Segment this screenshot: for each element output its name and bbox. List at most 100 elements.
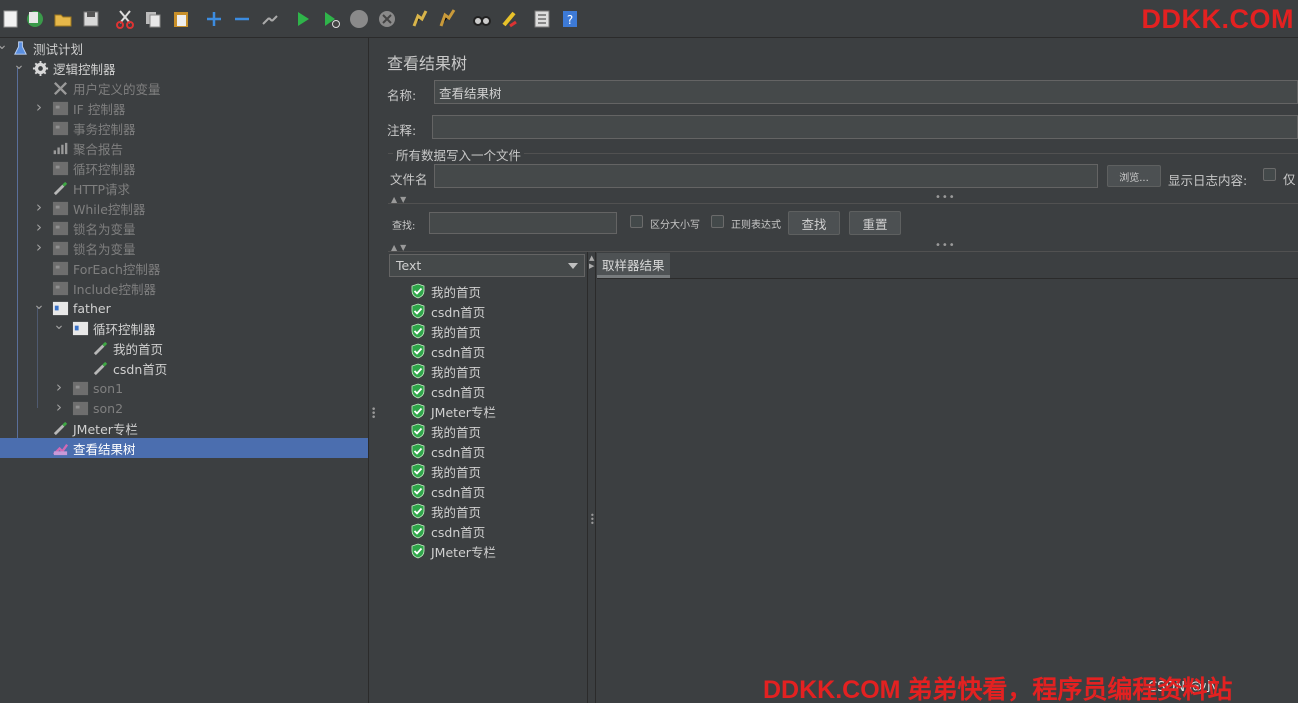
result-item[interactable]: 我的首页 [410,421,481,441]
stop-icon[interactable] [348,8,370,30]
result-item[interactable]: 我的首页 [410,281,481,301]
result-detail-area [597,278,1298,703]
start-no-pause-icon[interactable] [320,8,342,30]
search-input[interactable] [429,212,617,234]
chevron-right-icon[interactable]: › [33,98,45,116]
success-shield-icon [411,483,425,499]
chevron-down-icon[interactable]: ⌄ [0,37,8,53]
chevron-right-icon[interactable]: › [33,198,45,216]
browse-button[interactable]: 浏览... [1107,165,1161,187]
chevron-down-icon[interactable]: ⌄ [53,317,65,333]
tree-item-label: 逻辑控制器 [53,61,116,77]
tree-item[interactable]: ⌄ 测试计划 [0,37,368,58]
template-icon[interactable] [24,8,46,30]
result-item[interactable]: csdn首页 [410,481,485,501]
tree-item[interactable]: › son1 [0,378,368,398]
name-field[interactable]: 查看结果树 [434,80,1298,104]
chevron-right-icon[interactable]: › [33,238,45,256]
pipette-icon [51,419,69,437]
comment-field[interactable] [432,115,1298,139]
tree-item[interactable]: 聚合报告 [0,138,368,158]
result-item[interactable]: csdn首页 [410,341,485,361]
tree-item[interactable]: HTTP请求 [0,178,368,198]
tree-item[interactable]: ⌄ 逻辑控制器 [0,57,368,78]
tree-item-label: Include控制器 [73,281,157,297]
chevron-right-icon[interactable]: › [33,218,45,236]
horizontal-splitter[interactable]: ••• [935,192,956,203]
toggle-icon[interactable] [259,8,281,30]
listener-icon [51,439,69,457]
result-item[interactable]: csdn首页 [410,381,485,401]
tree-item[interactable]: › While控制器 [0,198,368,218]
tree-item[interactable]: ⌄ father [0,297,368,318]
result-item[interactable]: csdn首页 [410,301,485,321]
result-item[interactable]: JMeter专栏 [410,541,496,561]
result-item[interactable]: csdn首页 [410,441,485,461]
tree-item[interactable]: 事务控制器 [0,118,368,138]
paste-icon[interactable] [170,8,192,30]
chevron-down-icon[interactable]: ⌄ [33,297,45,313]
tab-sampler-result[interactable]: 取样器结果 [597,253,670,278]
chevron-right-icon[interactable]: › [53,398,65,416]
tree-item[interactable]: 循环控制器 [0,158,368,178]
function-helper-icon[interactable] [531,8,553,30]
results-list[interactable]: 我的首页 csdn首页 我的首页 csdn首页 我的首页 csdn首页 JMeter专栏 我的… [388,278,588,703]
filename-field[interactable] [434,164,1098,188]
tree-item[interactable]: › IF 控制器 [0,98,368,118]
tree-item[interactable]: Include控制器 [0,278,368,298]
expand-icon[interactable] [203,8,225,30]
renderer-select[interactable]: Text [389,254,585,277]
test-plan-tree[interactable]: ⌄ 测试计划 ⌄ 逻辑控制器 用户定义的变量 › IF 控制器 事务控制器 聚合报告 循环控制器 H… [0,37,368,703]
result-item[interactable]: 我的首页 [410,501,481,521]
open-icon[interactable] [52,8,74,30]
result-item[interactable]: 我的首页 [410,461,481,481]
clear-icon[interactable] [409,8,431,30]
search-icon[interactable] [471,8,493,30]
chart-icon [51,139,69,157]
tree-item[interactable]: JMeter专栏 [0,418,368,438]
reset-search-icon[interactable] [499,8,521,30]
vertical-splitter[interactable]: • • • [368,38,377,703]
gear-icon [31,59,49,77]
tree-item-label: While控制器 [73,201,146,217]
copy-icon[interactable] [142,8,164,30]
result-item-label: 我的首页 [431,464,482,480]
controller-icon [71,379,89,397]
tree-item[interactable]: › son2 [0,398,368,418]
shutdown-icon[interactable] [376,8,398,30]
tree-item[interactable]: 用户定义的变量 [0,78,368,98]
watermark-top: DDKK.COM [1141,4,1294,34]
svg-text:?: ? [567,13,573,27]
only-errors-checkbox[interactable] [1263,168,1276,181]
tree-item[interactable]: › 锁名为变量 [0,238,368,258]
result-item[interactable]: 我的首页 [410,361,481,381]
tree-item[interactable]: 查看结果树 [0,438,368,458]
chevron-down-icon[interactable]: ⌄ [13,57,25,73]
collapse-icon[interactable] [231,8,253,30]
success-shield-icon [411,303,425,319]
result-item[interactable]: csdn首页 [410,521,485,541]
view-results-tree-panel: 查看结果树 名称: 查看结果树 注释: 所有数据写入一个文件 文件名 浏览...… [378,38,1298,703]
chevron-right-icon[interactable]: › [53,378,65,396]
tree-item[interactable]: csdn首页 [0,358,368,378]
new-icon[interactable] [0,8,22,30]
cut-icon[interactable] [114,8,136,30]
tree-item[interactable]: ⌄ 循环控制器 [0,317,368,338]
regex-checkbox[interactable] [711,215,724,228]
start-icon[interactable] [292,8,314,30]
tree-item[interactable]: › 锁名为变量 [0,218,368,238]
reset-button[interactable]: 重置 [849,211,901,235]
tree-item[interactable]: 我的首页 [0,338,368,358]
result-item[interactable]: JMeter专栏 [410,401,496,421]
results-splitter[interactable]: ▲ ▶ • • • [587,252,596,703]
save-icon[interactable] [80,8,102,30]
tree-item-label: son2 [93,400,124,416]
find-button[interactable]: 查找 [788,211,840,235]
help-icon[interactable]: ? [559,8,581,30]
horizontal-splitter-2[interactable]: ••• [935,240,956,251]
clear-all-icon[interactable] [437,8,459,30]
controller-icon [51,259,69,277]
case-sensitive-checkbox[interactable] [630,215,643,228]
tree-item[interactable]: ForEach控制器 [0,258,368,278]
result-item[interactable]: 我的首页 [410,321,481,341]
